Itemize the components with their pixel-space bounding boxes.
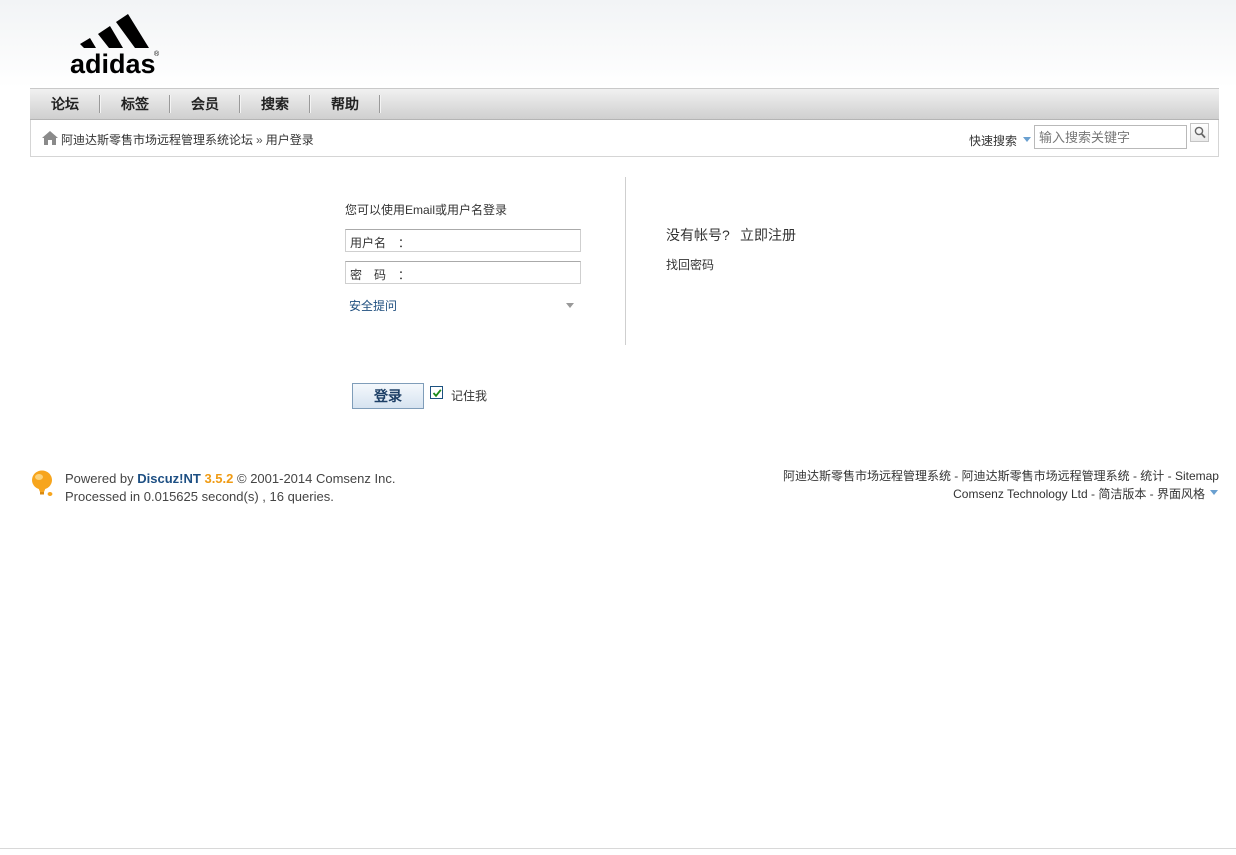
search-button[interactable] [1190, 123, 1209, 142]
security-question-select[interactable]: 安全提问 [349, 297, 397, 314]
vertical-divider [625, 177, 626, 345]
page-header: adidas ® [0, 0, 1236, 88]
no-account-text: 没有帐号? [666, 227, 730, 243]
svg-text:®: ® [154, 50, 160, 58]
main-nav: 论坛 标签 会员 搜索 帮助 [30, 88, 1219, 120]
breadcrumb-bar: 阿迪达斯零售市场远程管理系统论坛» 用户登录 快速搜索 [30, 120, 1219, 157]
adidas-logo[interactable]: adidas ® [70, 12, 162, 79]
register-link[interactable]: 立即注册 [740, 225, 796, 245]
quick-search-input[interactable] [1034, 125, 1187, 149]
username-field[interactable]: 用户名 ： [345, 229, 581, 252]
nav-forum[interactable]: 论坛 [30, 89, 100, 119]
version-label: 3.5.2 [204, 471, 234, 486]
breadcrumb-home-link[interactable]: 阿迪达斯零售市场远程管理系统论坛 [61, 133, 253, 147]
logo-wordmark: adidas [70, 49, 156, 74]
copyright: © 2001-2014 Comsenz Inc. [237, 471, 396, 486]
discuz-link[interactable]: Discuz!NT [137, 471, 201, 486]
lightbulb-icon [30, 470, 56, 498]
password-label: 密 码 ： [350, 268, 411, 282]
find-password-link[interactable]: 找回密码 [666, 256, 714, 273]
username-input[interactable] [414, 232, 574, 249]
chevron-down-icon[interactable] [1210, 490, 1218, 495]
chevron-down-icon[interactable] [1023, 137, 1031, 142]
processed-info: Processed in 0.015625 second(s) , 16 que… [65, 489, 334, 504]
footer-links-line1[interactable]: 阿迪达斯零售市场远程管理系统 - 阿迪达斯零售市场远程管理系统 - 统计 - S… [783, 467, 1219, 484]
remember-me-checkbox[interactable] [430, 386, 443, 399]
login-hint: 您可以使用Email或用户名登录 [345, 203, 508, 217]
home-icon[interactable] [41, 130, 59, 146]
quick-search-toggle[interactable]: 快速搜索 [969, 132, 1017, 149]
password-input[interactable] [414, 264, 574, 281]
breadcrumb: 阿迪达斯零售市场远程管理系统论坛» 用户登录 [61, 131, 314, 148]
nav-search[interactable]: 搜索 [240, 89, 310, 119]
footer-links-line2[interactable]: Comsenz Technology Ltd - 简洁版本 - 界面风格 [953, 485, 1205, 502]
remember-me-label: 记住我 [451, 389, 488, 403]
breadcrumb-separator: » [256, 133, 263, 147]
username-label: 用户名 ： [350, 236, 411, 250]
checkmark-icon [432, 389, 442, 398]
password-field[interactable]: 密 码 ： [345, 261, 581, 284]
breadcrumb-current: 用户登录 [265, 133, 314, 147]
nav-help[interactable]: 帮助 [310, 89, 380, 119]
login-button[interactable]: 登录 [352, 383, 424, 409]
nav-members[interactable]: 会员 [170, 89, 240, 119]
search-icon [1194, 126, 1206, 139]
chevron-down-icon[interactable] [566, 303, 574, 308]
nav-tags[interactable]: 标签 [100, 89, 170, 119]
powered-by: Powered by Discuz!NT 3.5.2 © 2001-2014 C… [65, 471, 396, 486]
bottom-edge [0, 848, 1236, 849]
